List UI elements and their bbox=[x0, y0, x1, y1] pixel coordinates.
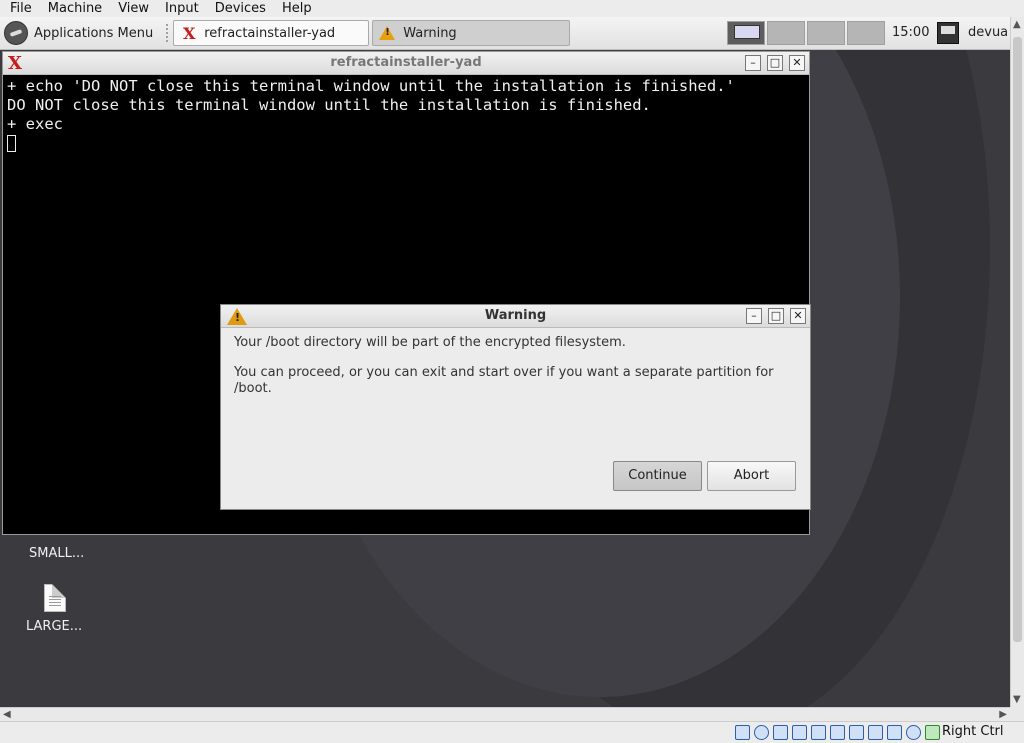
shared-folder-icon[interactable] bbox=[830, 725, 845, 740]
dialog-title: Warning bbox=[484, 308, 547, 323]
menu-devices[interactable]: Devices bbox=[205, 0, 272, 17]
menu-file[interactable]: File bbox=[0, 0, 38, 17]
menu-machine[interactable]: Machine bbox=[38, 0, 108, 17]
horizontal-scrollbar[interactable]: ◀ ▶ bbox=[0, 707, 1010, 721]
workspace-pager bbox=[727, 21, 887, 45]
top-panel: Applications Menu X refractainstaller-ya… bbox=[0, 17, 1010, 50]
scroll-corner bbox=[1010, 707, 1024, 721]
close-button[interactable]: ✕ bbox=[789, 55, 805, 71]
network-monitor-icon[interactable] bbox=[937, 22, 959, 44]
workspace-2[interactable] bbox=[767, 21, 805, 45]
applications-menu-button[interactable]: Applications Menu bbox=[0, 17, 161, 49]
task-warning[interactable]: Warning bbox=[372, 20, 571, 46]
scroll-thumb[interactable] bbox=[1013, 37, 1022, 642]
user-menu[interactable]: devua bbox=[968, 17, 1008, 49]
terminal-cursor bbox=[7, 135, 16, 152]
menu-input[interactable]: Input bbox=[155, 0, 205, 17]
panel-clock[interactable]: 15:00 bbox=[892, 17, 929, 49]
network-icon[interactable] bbox=[792, 725, 807, 740]
applications-menu-label: Applications Menu bbox=[34, 25, 154, 41]
task-label: Warning bbox=[403, 25, 457, 41]
task-label: refractainstaller-yad bbox=[204, 25, 336, 41]
minimize-button[interactable]: – bbox=[746, 308, 762, 324]
terminal-line: + echo 'DO NOT close this terminal windo… bbox=[7, 77, 735, 95]
menu-help[interactable]: Help bbox=[272, 0, 318, 17]
warning-dialog: Warning – □ ✕ Your /boot directory will … bbox=[220, 304, 811, 510]
hard-disk-icon[interactable] bbox=[735, 725, 750, 740]
cpu-icon[interactable] bbox=[887, 725, 902, 740]
terminal-line: DO NOT close this terminal window until … bbox=[7, 96, 651, 114]
dialog-titlebar[interactable]: Warning – □ ✕ bbox=[221, 305, 810, 328]
guest-screen: Applications Menu X refractainstaller-ya… bbox=[0, 17, 1010, 707]
maximize-button[interactable]: □ bbox=[768, 308, 784, 324]
close-button[interactable]: ✕ bbox=[790, 308, 806, 324]
dialog-message-line: You can proceed, or you can exit and sta… bbox=[234, 365, 774, 396]
menu-view[interactable]: View bbox=[108, 0, 155, 17]
scroll-down-icon[interactable]: ▼ bbox=[1013, 694, 1021, 705]
x-terminal-icon: X bbox=[183, 23, 196, 43]
dialog-message: Your /boot directory will be part of the… bbox=[234, 335, 810, 411]
devuan-logo-icon bbox=[4, 21, 28, 45]
task-refractainstaller[interactable]: X refractainstaller-yad bbox=[173, 20, 370, 46]
scroll-up-icon[interactable]: ▲ bbox=[1013, 19, 1021, 30]
keyboard-capture-icon[interactable] bbox=[925, 725, 940, 740]
minimize-button[interactable]: – bbox=[745, 55, 761, 71]
optical-drive-icon[interactable] bbox=[754, 725, 769, 740]
host-menubar: File Machine View Input Devices Help bbox=[0, 0, 1024, 17]
workspace-4[interactable] bbox=[847, 21, 885, 45]
recording-icon[interactable] bbox=[868, 725, 883, 740]
desktop-icon-large[interactable]: LARGE... bbox=[26, 619, 82, 634]
desktop-icon-small[interactable]: SMALL... bbox=[29, 546, 84, 561]
warning-icon bbox=[379, 26, 396, 40]
dialog-message-line: Your /boot directory will be part of the… bbox=[234, 335, 626, 350]
scroll-left-icon[interactable]: ◀ bbox=[3, 708, 11, 721]
panel-separator bbox=[165, 23, 170, 43]
usb-icon[interactable] bbox=[811, 725, 826, 740]
scroll-right-icon[interactable]: ▶ bbox=[999, 708, 1007, 721]
mouse-integration-icon[interactable] bbox=[906, 725, 921, 740]
terminal-title: refractainstaller-yad bbox=[330, 55, 482, 70]
terminal-line: + exec bbox=[7, 115, 63, 133]
workspace-1[interactable] bbox=[727, 21, 765, 45]
host-key-label: Right Ctrl bbox=[942, 724, 1004, 739]
vbox-statusbar: Right Ctrl bbox=[0, 721, 1024, 743]
maximize-button[interactable]: □ bbox=[767, 55, 783, 71]
vertical-scrollbar[interactable]: ▲ ▼ bbox=[1010, 17, 1024, 707]
terminal-titlebar[interactable]: X refractainstaller-yad – □ ✕ bbox=[3, 52, 809, 75]
abort-button[interactable]: Abort bbox=[707, 461, 796, 491]
workspace-3[interactable] bbox=[807, 21, 845, 45]
audio-icon[interactable] bbox=[773, 725, 788, 740]
continue-button[interactable]: Continue bbox=[613, 461, 702, 491]
display-icon[interactable] bbox=[849, 725, 864, 740]
text-file-icon[interactable] bbox=[44, 584, 66, 612]
